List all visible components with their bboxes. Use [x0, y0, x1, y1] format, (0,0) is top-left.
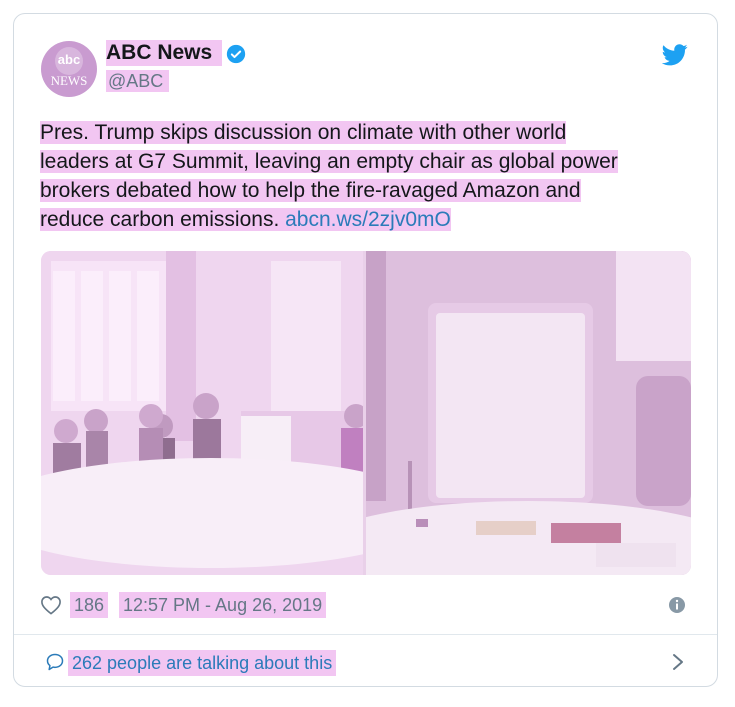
tweet-link[interactable]: abcn.ws/2zjv0mO — [285, 208, 451, 231]
speech-bubble-icon[interactable] — [45, 652, 65, 672]
avatar[interactable]: abc NEWS — [41, 41, 97, 97]
empty-chair-photo — [308, 251, 691, 575]
tweet-text-line: brokers debated how to help the fire-rav… — [40, 179, 581, 202]
chevron-right-icon[interactable] — [671, 652, 685, 672]
account-name[interactable]: ABC News — [106, 40, 223, 66]
abc-logo: abc — [55, 47, 83, 75]
twitter-bird-icon[interactable] — [662, 44, 688, 66]
news-logo-text: NEWS — [50, 73, 88, 88]
tweet-media[interactable] — [41, 251, 691, 575]
tweet-text: Pres. Trump skips discussion on climate … — [40, 118, 700, 234]
tweet-text-line: leaders at G7 Summit, leaving an empty c… — [40, 150, 618, 173]
meeting-room-photo — [41, 251, 441, 575]
photo-left[interactable] — [41, 251, 441, 575]
tweet-text-line: Pres. Trump skips discussion on climate … — [40, 121, 567, 144]
info-icon[interactable] — [668, 596, 686, 614]
verified-badge-icon — [226, 44, 246, 64]
like-count[interactable]: 186 — [70, 592, 109, 618]
tweet-text-line: reduce carbon emissions. — [40, 208, 286, 231]
timestamp[interactable]: 12:57 PM - Aug 26, 2019 — [119, 592, 327, 618]
divider — [14, 634, 717, 635]
heart-icon[interactable] — [40, 595, 62, 615]
conversation-link[interactable]: 262 people are talking about this — [68, 650, 337, 676]
photo-right[interactable] — [308, 251, 691, 575]
account-handle[interactable]: @ABC — [106, 70, 170, 92]
